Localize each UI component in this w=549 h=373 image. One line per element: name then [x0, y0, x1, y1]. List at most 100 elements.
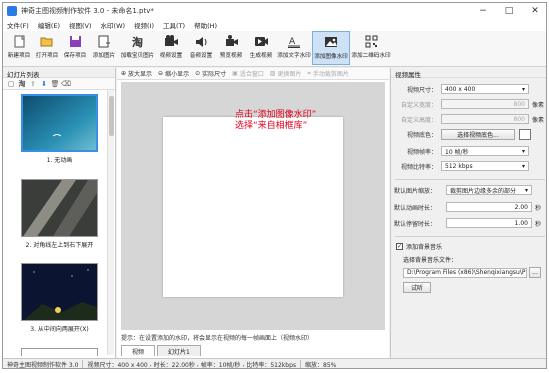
chevron-down-icon: ▾ [521, 85, 525, 93]
image-scale-row: 默认图片缩放： 裁剪图片边缘多余的部分 ▾ [394, 185, 532, 195]
app-window: 神奇主图视频制作软件 3.0 - 未命名1.ptv* − □ ✕ 文件(F) 编… [2, 2, 547, 369]
frame-rate-select[interactable]: 10 帧/秒 ▾ [441, 146, 529, 156]
maximize-button[interactable]: □ [496, 3, 522, 19]
slide-thumbnail-4[interactable] [21, 348, 98, 356]
slide-list-scroll-thumb[interactable] [109, 96, 114, 136]
add-slide-icon[interactable]: ▢ [7, 80, 15, 88]
delete-slide-icon[interactable]: 🗑 [51, 80, 60, 88]
replace-image-button[interactable]: ▧ 更换图片 [270, 69, 302, 78]
custom-width-label: 自定义宽度： [400, 101, 437, 109]
zoom-in-icon: ⊕ [121, 70, 127, 77]
menu-watermark[interactable]: 水印(W) [101, 20, 126, 30]
custom-height-input[interactable]: 800 [441, 114, 529, 124]
slide-list-panel: 幻灯片列表 ▢ 淘 ⬆ ⬇ 🗑 ⌫ 1. 无动画 2. 对角线左上到右下展开 3… [3, 68, 116, 358]
new-project-label: 新建项目 [7, 53, 31, 59]
add-image-label: 添加图片 [92, 53, 116, 59]
bgm-file-input[interactable]: D:\Program Files (x86)\Shenqixiangsu\Pho… [403, 267, 527, 278]
load-product-image-button[interactable]: 淘 加载宝贝图片 [119, 31, 156, 65]
close-button[interactable]: ✕ [522, 3, 546, 19]
preview-video-label: 预览视频 [219, 53, 243, 59]
add-bgm-checkbox[interactable]: ✓ [396, 243, 403, 250]
add-text-watermark-button[interactable]: A 添加文字水印 [276, 31, 312, 65]
chevron-down-icon: ▾ [521, 162, 525, 170]
zoom-out-button[interactable]: ⊖ 缩小显示 [158, 69, 189, 78]
save-project-label: 保存项目 [63, 53, 87, 59]
annotation-line-2: 选择“来自相框库” [235, 121, 308, 131]
actual-size-button[interactable]: ⊙ 实际尺寸 [195, 69, 226, 78]
video-size-select[interactable]: 400 x 400 ▾ [441, 84, 529, 94]
crop-image-button[interactable]: ⌗ 手动裁剪图片 [307, 69, 349, 79]
product-slide-icon[interactable]: 淘 [18, 80, 26, 88]
bgm-browse-button[interactable]: ... [529, 267, 541, 278]
bgm-file-label: 选择背景音乐文件： [403, 257, 458, 264]
load-product-image-icon: 淘 [130, 34, 145, 48]
video-color-label: 视频底色： [406, 132, 437, 139]
menu-file[interactable]: 文件(F) [7, 20, 29, 30]
slide-thumbnail-2[interactable] [21, 179, 98, 237]
load-product-image-label: 加载宝贝图片 [120, 53, 155, 59]
audio-settings-button[interactable]: 音频设置 [186, 31, 216, 65]
fit-window-button[interactable]: ▣ 适合窗口 [232, 69, 264, 78]
slide-list-scrollbar[interactable] [107, 90, 114, 355]
add-qrcode-watermark-label: 添加二维码水印 [351, 53, 391, 59]
chevron-down-icon: ▾ [524, 186, 528, 194]
slide-1-image [23, 96, 96, 150]
save-project-button[interactable]: 保存项目 [61, 31, 89, 65]
audition-button[interactable]: 试听 [403, 282, 431, 293]
move-up-icon[interactable]: ⬆ [29, 80, 37, 88]
video-color-row: 视频底色： 选择视频底色... [397, 129, 531, 140]
crop-icon: ⌗ [307, 69, 311, 77]
editor-area: ⊕ 放大显示 ⊖ 缩小显示 ⊙ 实际尺寸 ▣ 适合窗口 ▧ 更换图片 ⌗ 手动裁剪图片 点击… [117, 68, 389, 358]
add-image-watermark-button[interactable]: 添加图像水印 [312, 31, 350, 65]
menu-view[interactable]: 视图(V) [69, 20, 92, 30]
video-color-swatch[interactable] [519, 129, 531, 140]
replace-image-label: 更换图片 [277, 71, 302, 78]
bitrate-select[interactable]: 512 kbps ▾ [441, 161, 529, 171]
anim-duration-input[interactable]: 2.00 [446, 202, 532, 212]
image-scale-select[interactable]: 裁剪图片边缘多余的部分 ▾ [446, 185, 532, 195]
trash-icon[interactable]: ⌫ [61, 80, 71, 88]
video-settings-button[interactable]: 视频设置 [156, 31, 186, 65]
video-size-value: 400 x 400 [445, 85, 476, 93]
slide-thumbnail-1[interactable] [21, 94, 98, 152]
new-project-icon [12, 34, 27, 48]
menu-tools[interactable]: 工具(T) [163, 20, 185, 30]
image-scale-value: 裁剪图片边缘多余的部分 [450, 187, 517, 195]
stay-duration-input[interactable]: 1.00 [446, 218, 532, 228]
move-down-icon[interactable]: ⬇ [40, 80, 48, 88]
minimize-button[interactable]: − [470, 3, 496, 19]
menu-edit[interactable]: 编辑(E) [38, 20, 60, 30]
preview-video-button[interactable]: 预览视频 [216, 31, 246, 65]
open-project-button[interactable]: 打开项目 [33, 31, 61, 65]
tab-video[interactable]: 视频 [121, 345, 156, 356]
add-image-icon [97, 34, 112, 48]
divider [395, 236, 545, 237]
instruction-annotation: 点击“添加图像水印” 选择“来自相框库” [235, 110, 316, 132]
slide-thumbnail-3[interactable] [21, 263, 98, 321]
menu-video[interactable]: 视频(I) [134, 20, 154, 30]
zoom-in-button[interactable]: ⊕ 放大显示 [121, 69, 152, 78]
audio-settings-icon [194, 34, 209, 48]
watermark-hint: 提示：在设置添加的水印，将会显示在视频的每一帧画面上（视频水印） [121, 335, 314, 342]
actual-size-label: 实际尺寸 [202, 71, 227, 78]
video-canvas[interactable] [163, 117, 343, 297]
add-image-button[interactable]: 添加图片 [89, 31, 119, 65]
main-toolbar: 新建项目 打开项目 保存项目 添加图片 淘 加载宝贝图片 视频设置 音频设置 预 [3, 31, 546, 67]
frame-rate-value: 10 帧/秒 [445, 148, 469, 156]
bitrate-value: 512 kbps [445, 162, 473, 170]
new-project-button[interactable]: 新建项目 [5, 31, 33, 65]
menu-bar: 文件(F) 编辑(E) 视图(V) 水印(W) 视频(I) 工具(T) 帮助(H… [3, 19, 546, 31]
add-bgm-label: 添加背景音乐 [406, 244, 443, 251]
tab-slide-1[interactable]: 幻灯片1 [157, 345, 201, 356]
choose-video-color-button[interactable]: 选择视频底色... [441, 129, 515, 140]
stay-duration-unit: 秒 [535, 220, 542, 228]
qrcode-watermark-icon [364, 34, 379, 48]
custom-height-unit: 像素 [532, 116, 545, 124]
status-divider [82, 360, 84, 368]
custom-width-row: 自定义宽度： 800 像素 [397, 99, 544, 109]
image-watermark-icon [324, 35, 339, 49]
menu-help[interactable]: 帮助(H) [194, 20, 217, 30]
generate-video-button[interactable]: 生成视频 [246, 31, 276, 65]
custom-width-input[interactable]: 800 [441, 99, 529, 109]
add-qrcode-watermark-button[interactable]: 添加二维码水印 [350, 31, 392, 65]
